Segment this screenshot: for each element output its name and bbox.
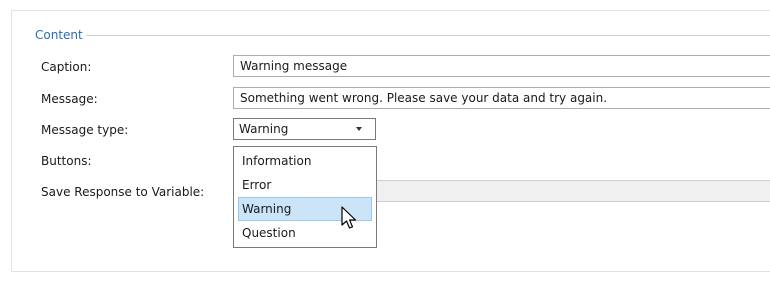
content-group-title: Content [32,28,86,42]
message-label: Message: [41,92,98,106]
save-response-label: Save Response to Variable: [41,185,205,199]
message-type-select[interactable]: Warning [233,118,376,140]
caption-label: Caption: [41,60,92,74]
message-type-selected-value: Warning [239,122,289,136]
message-type-label: Message type: [41,123,129,137]
option-error[interactable]: Error [238,173,372,197]
message-input[interactable]: Something went wrong. Please save your d… [233,87,770,109]
message-type-dropdown: Information Error Warning Question [233,146,377,248]
chevron-down-icon[interactable] [356,127,362,131]
option-information[interactable]: Information [238,149,372,173]
caption-input[interactable]: Warning message [233,55,770,77]
mouse-pointer-icon [341,206,357,229]
content-panel [11,10,770,272]
group-divider [85,35,770,36]
buttons-label: Buttons: [41,154,92,168]
